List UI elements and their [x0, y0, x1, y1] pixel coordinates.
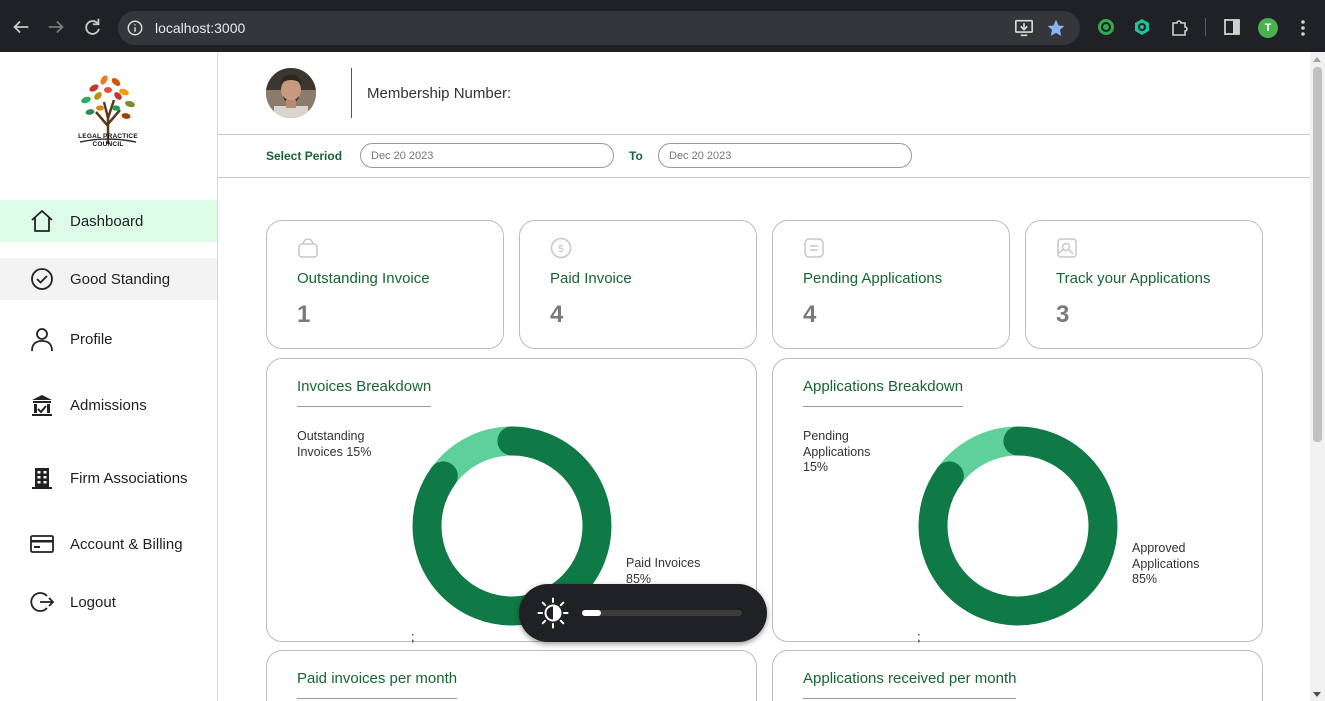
period-filter-bar: Select Period To — [218, 135, 1310, 178]
office-building-icon — [29, 465, 55, 491]
scroll-up-icon[interactable] — [1313, 57, 1321, 62]
label-line: Outstanding — [297, 429, 365, 443]
reload-icon[interactable] — [81, 16, 103, 38]
panel-title: Applications received per month — [803, 670, 1017, 699]
extension-target-icon[interactable] — [1097, 18, 1115, 36]
stat-value: 3 — [1056, 301, 1070, 328]
sidebar-item-label: Logout — [70, 593, 116, 611]
sidebar-item-label: Firm Associations — [70, 469, 188, 487]
stray-semicolon: ; — [917, 629, 921, 644]
paid-invoices-per-month-panel: Paid invoices per month — [266, 650, 757, 701]
user-icon — [29, 326, 55, 352]
applications-donut-chart — [918, 426, 1118, 626]
extensions-puzzle-icon[interactable] — [1170, 18, 1188, 36]
extension-hexagon-icon[interactable] — [1133, 18, 1151, 36]
select-period-label: Select Period — [266, 149, 343, 163]
url-text: localhost:3000 — [155, 20, 246, 36]
bookmark-star-icon[interactable] — [1046, 18, 1066, 38]
sidebar-item-logout[interactable]: Logout — [0, 581, 217, 623]
donut-slice-approved-applications[interactable] — [918, 426, 1118, 626]
brightness-slider[interactable] — [582, 610, 742, 616]
svg-text:$: $ — [558, 242, 565, 255]
stat-value: 1 — [297, 301, 311, 328]
scrollbar-thumb[interactable] — [1313, 67, 1322, 442]
stat-title: Paid Invoice — [550, 270, 632, 287]
brightness-icon — [537, 597, 569, 629]
stat-card-pending-applications[interactable]: Pending Applications 4 — [772, 220, 1010, 349]
stat-value: 4 — [550, 301, 564, 328]
pending-applications-label: Pending Applications 15% — [803, 429, 870, 476]
sidebar: LEGAL PRACTICE COUNCIL Dashboard Good St… — [0, 52, 218, 701]
sidebar-item-profile[interactable]: Profile — [0, 318, 217, 360]
building-icon — [29, 392, 55, 418]
dollar-icon: $ — [550, 237, 572, 259]
home-icon — [29, 208, 55, 234]
sidebar-item-firm-associations[interactable]: Firm Associations — [0, 457, 217, 499]
period-to-input[interactable] — [658, 143, 912, 168]
outstanding-invoices-label: Outstanding Invoices 15% — [297, 429, 371, 460]
sidebar-item-good-standing[interactable]: Good Standing — [0, 258, 217, 300]
label-line: Pending — [803, 429, 849, 443]
sidebar-item-label: Admissions — [70, 396, 147, 414]
donut-slice-cap — [1003, 426, 1033, 456]
paid-invoices-label: Paid Invoices 85% — [626, 556, 700, 587]
forward-arrow-icon[interactable] — [45, 16, 67, 38]
label-line: 15% — [803, 460, 829, 474]
sidebar-item-dashboard[interactable]: Dashboard — [0, 200, 217, 242]
applications-breakdown-panel: Applications Breakdown Pending Applicati… — [772, 358, 1263, 644]
stray-semicolon: ; — [411, 629, 415, 644]
back-arrow-icon[interactable] — [10, 16, 32, 38]
label-line: Approved — [1132, 541, 1186, 555]
sidebar-item-label: Profile — [70, 330, 113, 348]
stat-value: 4 — [803, 301, 817, 328]
address-bar[interactable]: localhost:3000 — [118, 11, 1080, 45]
sidebar-item-label: Good Standing — [70, 270, 171, 288]
label-line: 85% — [1132, 572, 1158, 586]
brightness-slider-fill — [582, 610, 602, 616]
bag-icon — [297, 237, 319, 259]
avatar[interactable] — [266, 68, 316, 118]
install-app-icon[interactable] — [1014, 19, 1034, 37]
more-menu-icon[interactable] — [1296, 18, 1310, 38]
stat-title: Track your Applications — [1056, 270, 1211, 287]
profile-header: Membership Number: — [218, 52, 1310, 135]
logout-icon — [29, 589, 55, 615]
scroll-down-icon[interactable] — [1313, 692, 1321, 697]
panel-title: Applications Breakdown — [803, 378, 964, 407]
sidebar-item-label: Dashboard — [70, 212, 144, 230]
panel-title: Invoices Breakdown — [297, 378, 432, 407]
brightness-overlay — [519, 584, 767, 642]
side-panel-icon[interactable] — [1223, 18, 1241, 36]
toolbar-separator — [1205, 18, 1206, 36]
stat-title: Pending Applications — [803, 270, 943, 287]
stat-card-paid-invoice[interactable]: $ Paid Invoice 4 — [519, 220, 757, 349]
check-circle-icon — [29, 266, 55, 292]
sidebar-item-label: Account & Billing — [70, 535, 183, 553]
credit-card-icon — [29, 531, 55, 557]
stat-card-outstanding-invoice[interactable]: Outstanding Invoice 1 — [266, 220, 504, 349]
panel-title: Paid invoices per month — [297, 670, 458, 699]
site-info-icon[interactable] — [126, 19, 144, 37]
browser-toolbar: localhost:3000 T — [0, 0, 1325, 52]
to-label: To — [629, 149, 643, 163]
approved-applications-label: Approved Applications 85% — [1132, 541, 1199, 588]
donut-slice-cap — [497, 426, 527, 456]
label-line: Applications — [1132, 556, 1200, 571]
sidebar-item-admissions[interactable]: Admissions — [0, 384, 217, 426]
page-scrollbar[interactable] — [1310, 52, 1325, 701]
label-line: Applications — [803, 444, 871, 459]
document-icon — [803, 237, 825, 259]
label-line: Invoices 15% — [297, 444, 372, 459]
sidebar-item-account-billing[interactable]: Account & Billing — [0, 523, 217, 565]
header-divider — [351, 68, 352, 118]
image-search-icon — [1056, 237, 1078, 259]
stat-title: Outstanding Invoice — [297, 270, 430, 287]
logo-text: LEGAL PRACTICE COUNCIL — [78, 133, 138, 148]
applications-received-per-month-panel: Applications received per month — [772, 650, 1263, 701]
period-from-input[interactable] — [360, 143, 614, 168]
stat-card-track-applications[interactable]: Track your Applications 3 — [1025, 220, 1263, 349]
label-line: Paid Invoices — [626, 556, 701, 570]
profile-avatar[interactable]: T — [1258, 18, 1278, 38]
membership-number-label: Membership Number: — [367, 85, 512, 102]
